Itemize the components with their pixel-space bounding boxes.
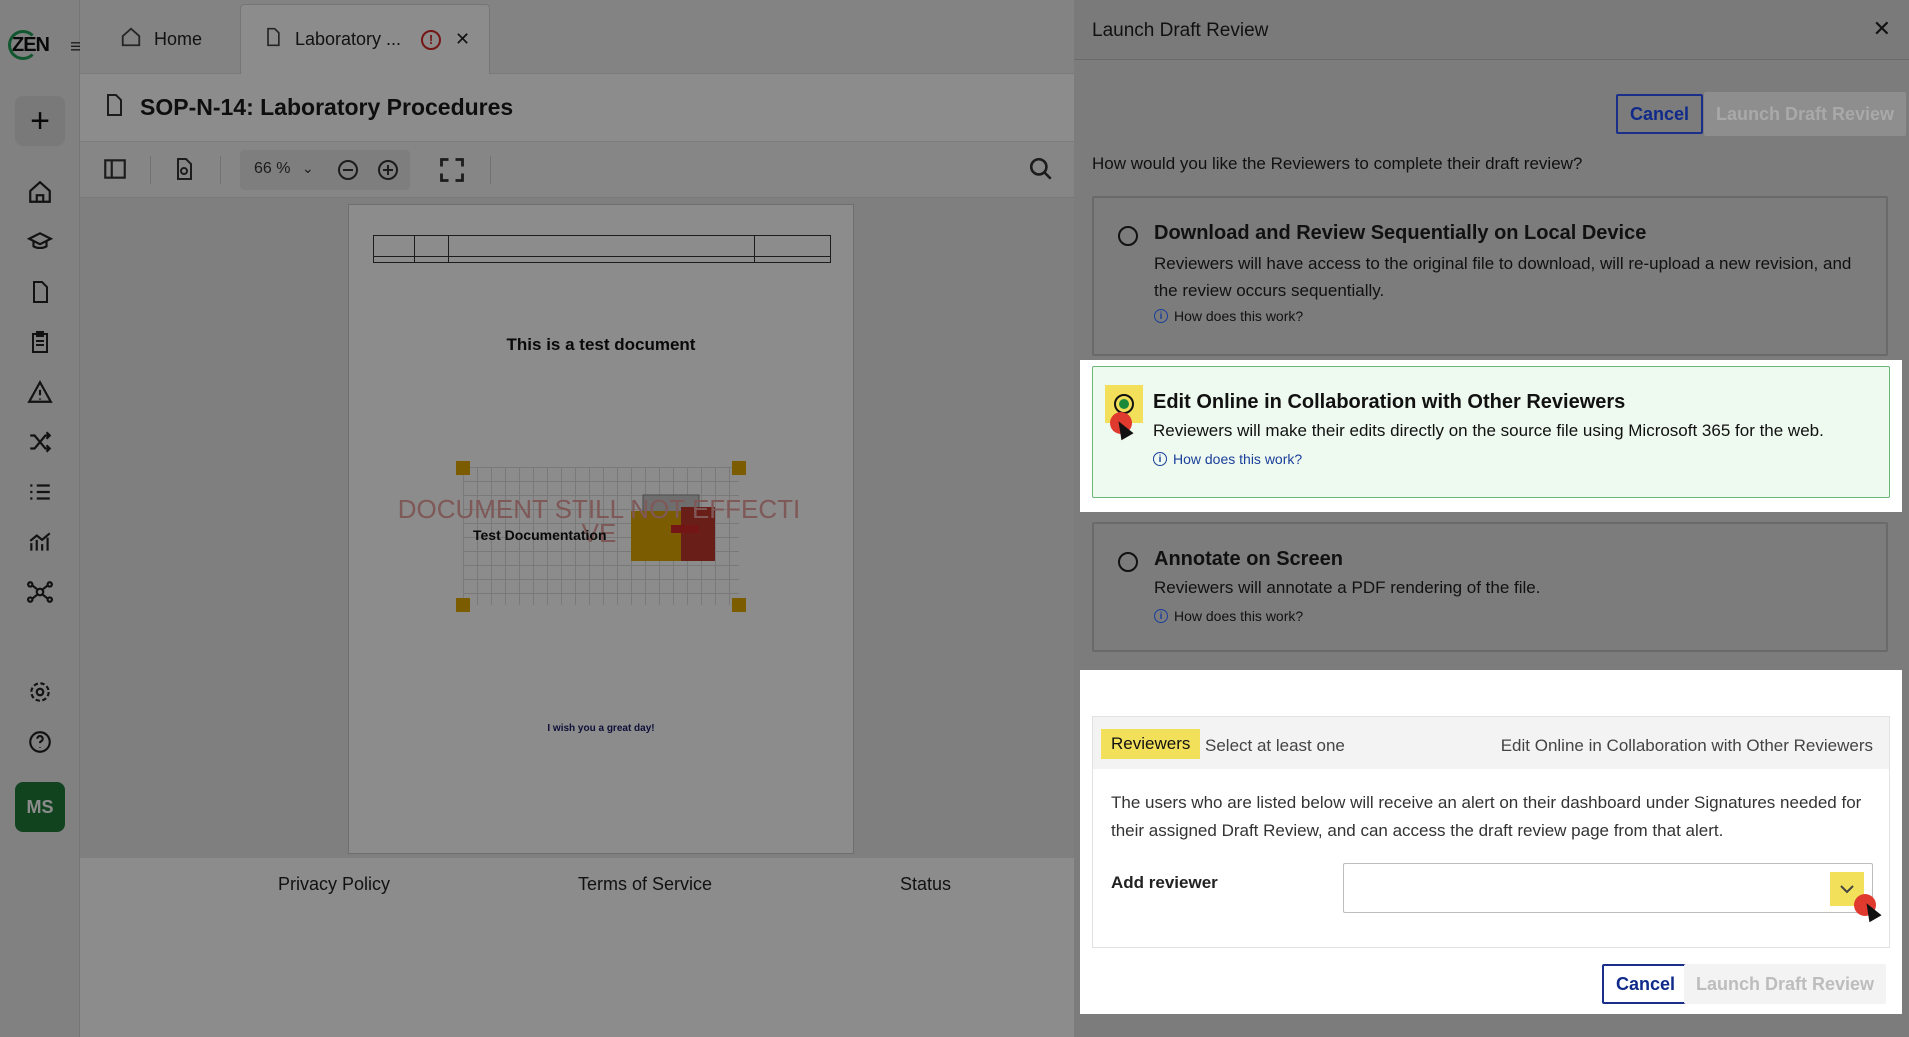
modal-backdrop[interactable]: [0, 0, 1074, 1037]
option-edit-online[interactable]: Edit Online in Collaboration with Other …: [1092, 366, 1890, 498]
help-link-label: How does this work?: [1174, 308, 1304, 324]
how-does-this-work-link[interactable]: i How does this work?: [1153, 451, 1302, 467]
cancel-button-bottom[interactable]: Cancel: [1602, 964, 1690, 1004]
how-does-this-work-link[interactable]: i How does this work?: [1154, 308, 1303, 324]
cancel-button[interactable]: Cancel: [1616, 94, 1704, 134]
option-title: Annotate on Screen: [1154, 548, 1343, 570]
review-method-question: How would you like the Reviewers to comp…: [1092, 154, 1583, 173]
review-mode-label: Edit Online in Collaboration with Other …: [1500, 736, 1873, 755]
option-description: Reviewers will have access to the origin…: [1154, 254, 1852, 300]
close-icon[interactable]: ✕: [1873, 16, 1891, 42]
launch-draft-review-button-bottom[interactable]: Launch Draft Review: [1684, 964, 1887, 1004]
selected-option-highlight: Edit Online in Collaboration with Other …: [1080, 360, 1902, 512]
reviewers-section: Reviewers Select at least one Edit Onlin…: [1080, 670, 1902, 1014]
panel-header: Launch Draft Review ✕: [1074, 0, 1909, 60]
add-reviewer-label: Add reviewer: [1111, 873, 1218, 892]
help-link-label: How does this work?: [1173, 451, 1303, 467]
launch-draft-review-panel: Launch Draft Review ✕ Cancel Launch Draf…: [1074, 0, 1909, 1037]
option-title: Download and Review Sequentially on Loca…: [1154, 222, 1647, 244]
reviewers-hint: Select at least one: [1205, 736, 1345, 755]
reviewers-description: The users who are listed below will rece…: [1111, 793, 1862, 840]
info-icon: i: [1154, 309, 1168, 323]
top-actions: Cancel Launch Draft Review: [1074, 60, 1909, 160]
option-title: Edit Online in Collaboration with Other …: [1153, 391, 1626, 413]
radio-download-sequential[interactable]: [1118, 226, 1138, 246]
info-icon: i: [1154, 609, 1168, 623]
how-does-this-work-link[interactable]: i How does this work?: [1154, 608, 1303, 624]
reviewers-badge: Reviewers: [1101, 729, 1201, 759]
option-annotate-on-screen[interactable]: Annotate on Screen Reviewers will annota…: [1092, 522, 1888, 652]
option-description: Reviewers will annotate a PDF rendering …: [1154, 578, 1541, 597]
reviewers-card: Reviewers Select at least one Edit Onlin…: [1092, 716, 1890, 948]
help-link-label: How does this work?: [1174, 608, 1304, 624]
radio-annotate-on-screen[interactable]: [1118, 552, 1138, 572]
reviewers-header: Reviewers Select at least one Edit Onlin…: [1093, 717, 1889, 769]
option-description: Reviewers will make their edits directly…: [1153, 421, 1824, 440]
panel-title: Launch Draft Review: [1092, 20, 1269, 41]
launch-draft-review-button[interactable]: Launch Draft Review: [1704, 92, 1907, 136]
option-download-sequential[interactable]: Download and Review Sequentially on Loca…: [1092, 196, 1888, 356]
info-icon: i: [1153, 452, 1167, 466]
add-reviewer-select[interactable]: [1343, 863, 1882, 923]
